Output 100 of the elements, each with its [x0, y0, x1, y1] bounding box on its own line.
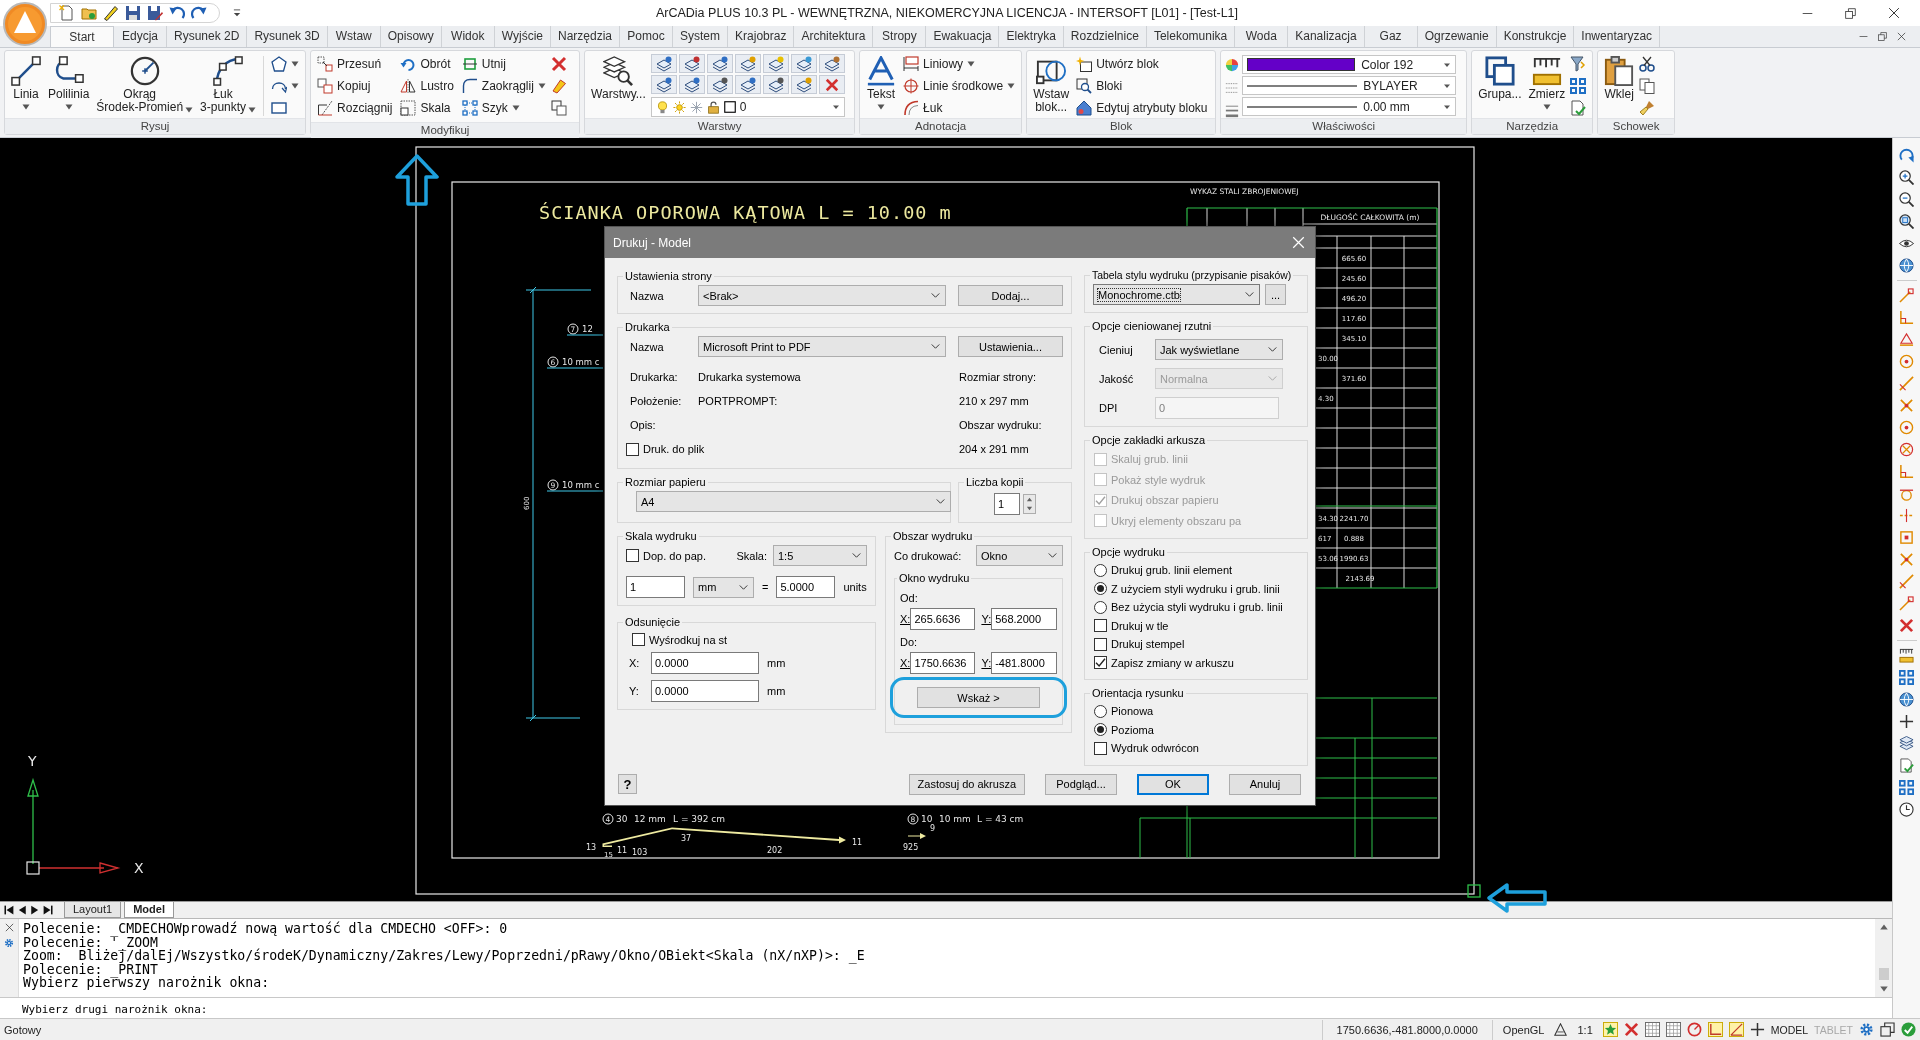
command-scrollbar[interactable]	[1875, 919, 1892, 997]
ribbon-button[interactable]: Liniowy	[901, 56, 978, 72]
ribbon-button[interactable]: Lustro	[398, 78, 456, 94]
ribbon-button[interactable]: Łuk	[901, 100, 945, 116]
ribbon-tab[interactable]: Wyjście	[494, 26, 551, 47]
target-icon[interactable]	[1686, 1022, 1702, 1037]
ribbon-button[interactable]: Polilinia	[46, 54, 92, 113]
cut-icon[interactable]	[1639, 56, 1656, 72]
status-toggle[interactable]: MODEL	[1770, 1023, 1809, 1036]
add-button[interactable]: Dodaj...	[958, 285, 1063, 306]
coordinate-field[interactable]: 265.6636	[910, 608, 976, 630]
pen-table-dropdown[interactable]: Monochrome.ctb	[1093, 284, 1260, 305]
pen-icon[interactable]	[103, 5, 119, 21]
overlapping-squares-icon[interactable]	[550, 100, 567, 116]
ribbon-tab[interactable]: Kanalizacja	[1288, 26, 1365, 47]
delete-icon[interactable]	[1623, 1022, 1639, 1037]
ribbon-tab[interactable]: Krajobraz	[728, 26, 795, 47]
offset-field[interactable]: 0.0000	[651, 680, 759, 702]
layer-tool-button[interactable]	[762, 54, 789, 73]
checkbox[interactable]	[1094, 741, 1107, 755]
ribbon-button[interactable]: Linia	[9, 54, 43, 113]
unit-dropdown[interactable]: mm	[693, 576, 754, 598]
spin-buttons[interactable]	[1023, 494, 1036, 514]
brush-icon[interactable]	[1639, 100, 1656, 116]
ribbon-tab[interactable]: Gaz	[1364, 26, 1418, 47]
ribbon-button[interactable]: Linie środkowe	[901, 78, 1018, 94]
crosshair-icon[interactable]	[1749, 1022, 1765, 1037]
layout-tab[interactable]: Model	[124, 902, 174, 918]
copies-field[interactable]: 1	[994, 493, 1020, 515]
angle-icon[interactable]	[1728, 1022, 1744, 1037]
ribbon-button[interactable]: Edytuj atrybuty bloku	[1074, 100, 1210, 116]
paper-units-field[interactable]: 1	[626, 576, 685, 598]
first-tab-icon[interactable]	[4, 905, 14, 915]
filter-icon[interactable]	[1570, 56, 1587, 72]
crossed-circle-icon[interactable]	[1899, 442, 1914, 457]
scroll-thumb[interactable]	[1878, 968, 1889, 980]
grid-icon[interactable]	[1644, 1022, 1660, 1037]
scroll-up-icon[interactable]	[1878, 922, 1889, 932]
dashed-line-icon[interactable]	[1899, 508, 1914, 523]
zoom-window-icon[interactable]	[1899, 214, 1914, 229]
globe-icon[interactable]	[1899, 258, 1914, 273]
highlighter-icon[interactable]	[550, 78, 567, 94]
redo-icon[interactable]	[191, 5, 207, 21]
diagonal-line-icon[interactable]	[1899, 574, 1914, 589]
right-angle-icon[interactable]	[1707, 1022, 1723, 1037]
close-icon[interactable]	[4, 923, 14, 932]
globe-icon[interactable]	[1899, 692, 1914, 707]
checkbox[interactable]	[632, 633, 645, 646]
ribbon-tab[interactable]: Rysunek 2D	[167, 26, 248, 47]
ribbon-button[interactable]: Wklej	[1602, 54, 1637, 103]
drawing-units-field[interactable]: 5.0000	[776, 576, 836, 598]
checkbox[interactable]	[626, 549, 639, 562]
undo-icon[interactable]	[169, 5, 185, 21]
ribbon-tab[interactable]: Edycja	[114, 26, 167, 47]
ribbon-button[interactable]	[269, 100, 290, 116]
ribbon-button[interactable]: Łuk 3-punkty	[198, 54, 259, 116]
ribbon-tab[interactable]: Widok	[441, 26, 495, 47]
coordinate-field[interactable]: 568.2000	[991, 608, 1058, 630]
annotation-scale[interactable]: 1:1	[1573, 1023, 1597, 1036]
browse-button[interactable]: ...	[1265, 284, 1286, 305]
ribbon-tab[interactable]: Woda	[1235, 26, 1289, 47]
settings-icon[interactable]	[1859, 1022, 1874, 1037]
save-as-icon[interactable]	[147, 5, 163, 21]
scale-dropdown[interactable]: 1:5	[773, 545, 867, 566]
layers-icon[interactable]	[1899, 736, 1914, 751]
open-folder-icon[interactable]	[81, 5, 97, 21]
grid-icon[interactable]	[1570, 78, 1587, 94]
checkbox[interactable]	[1094, 637, 1107, 651]
clock-icon[interactable]	[1899, 802, 1914, 817]
layer-tool-button[interactable]	[734, 54, 761, 73]
scroll-down-icon[interactable]	[1878, 984, 1889, 994]
radio-button[interactable]	[1094, 723, 1107, 737]
ribbon-tab[interactable]: Konstrukcje	[1496, 26, 1575, 47]
layer-dropdown[interactable]: 0	[650, 97, 845, 117]
cross-mark-icon[interactable]	[1899, 552, 1914, 567]
grid-icon[interactable]	[1899, 670, 1914, 685]
ribbon-button[interactable]: Obrót	[398, 56, 456, 72]
layer-tool-button[interactable]	[678, 54, 705, 73]
grid-icon[interactable]	[1899, 780, 1914, 795]
ribbon-tab[interactable]: Telekomunika	[1146, 26, 1236, 47]
layer-tool-button[interactable]	[706, 54, 733, 73]
ribbon-button[interactable]: Utwórz blok	[1074, 56, 1161, 72]
layer-tool-button[interactable]	[790, 75, 817, 94]
offset-field[interactable]: 0.0000	[651, 652, 759, 674]
last-tab-icon[interactable]	[43, 905, 53, 915]
ribbon-tab[interactable]: Opisowy	[380, 26, 442, 47]
ribbon-button[interactable]: Tekst	[864, 54, 899, 113]
radio-button[interactable]	[1094, 582, 1107, 596]
ribbon-tab[interactable]: Pomoc	[620, 26, 674, 47]
ribbon-button[interactable]: Okrąg Środek-Promień	[94, 54, 196, 116]
delete-icon[interactable]	[550, 56, 567, 72]
shading-dropdown[interactable]: Jak wyświetlane	[1155, 339, 1283, 360]
ribbon-button[interactable]: Skala	[398, 100, 456, 116]
line-midpoint-icon[interactable]	[1899, 332, 1914, 347]
right-angle-icon[interactable]	[1899, 310, 1914, 325]
copy-icon[interactable]	[1639, 78, 1656, 94]
close-icon[interactable]	[1897, 32, 1906, 41]
layer-tool-button[interactable]	[818, 75, 845, 94]
dialog-button[interactable]: OK	[1137, 773, 1209, 795]
radio-button[interactable]	[1094, 704, 1107, 718]
